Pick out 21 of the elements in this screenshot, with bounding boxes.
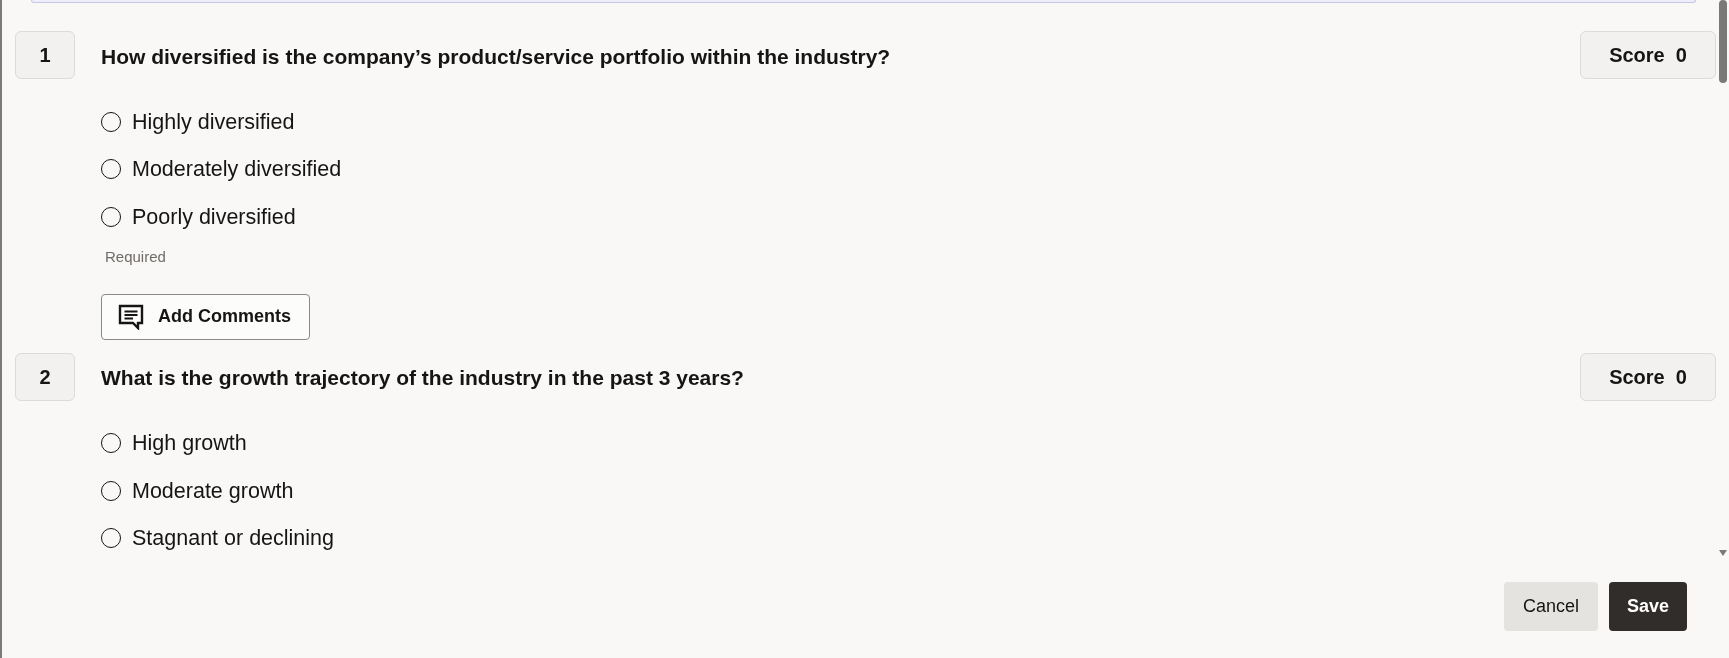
cancel-button[interactable]: Cancel	[1503, 582, 1598, 631]
option-label[interactable]: Poorly diversified	[132, 203, 296, 230]
question-text: How diversified is the company’s product/service portfolio within the industry?	[101, 43, 891, 70]
option-label[interactable]: Highly diversified	[132, 108, 295, 135]
scroll-down-arrow-icon[interactable]	[1719, 550, 1727, 556]
option-label[interactable]: Moderately diversified	[132, 156, 342, 183]
option-label[interactable]: High growth	[132, 430, 247, 457]
score-value: 0	[1675, 43, 1687, 68]
question-text: What is the growth trajectory of the industry in the past 3 years?	[101, 365, 744, 392]
question-number: 1	[15, 31, 75, 79]
comment-icon	[118, 303, 144, 330]
option-label[interactable]: Stagnant or declining	[132, 525, 334, 552]
required-hint: Required	[105, 246, 166, 267]
question-number: 2	[15, 352, 75, 401]
add-comments-button[interactable]: Add Comments	[101, 293, 310, 340]
score-label: Score	[1609, 364, 1665, 390]
option-label[interactable]: Moderate growth	[132, 477, 294, 504]
score-value: 0	[1675, 364, 1687, 390]
score-label: Score	[1609, 43, 1665, 68]
scrollbar-thumb[interactable]	[1719, 0, 1727, 83]
save-button[interactable]: Save	[1608, 582, 1687, 631]
